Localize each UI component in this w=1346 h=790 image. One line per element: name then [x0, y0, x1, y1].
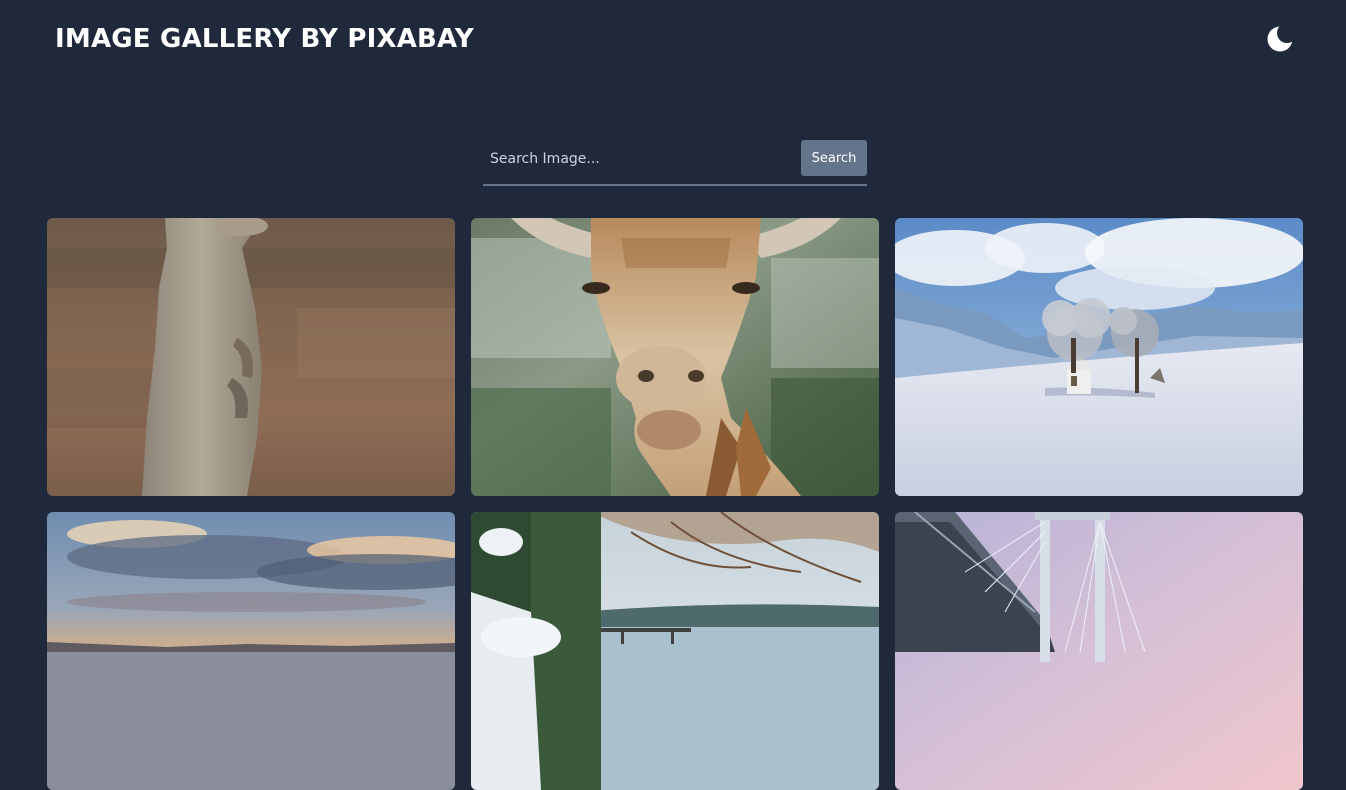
- header: IMAGE GALLERY BY PIXABAY: [0, 0, 1346, 80]
- gallery-image-cable-bridge[interactable]: [895, 512, 1303, 790]
- theme-toggle-button[interactable]: [1262, 22, 1298, 58]
- search-input[interactable]: [483, 140, 793, 178]
- moon-icon: [1267, 26, 1293, 52]
- page-title: IMAGE GALLERY BY PIXABAY: [55, 24, 474, 54]
- gallery-image-giraffe[interactable]: [471, 218, 879, 496]
- gallery-image-snowy-lake-shore[interactable]: [471, 512, 879, 790]
- search-button[interactable]: Search: [801, 140, 867, 176]
- gallery-image-meerkat[interactable]: [47, 218, 455, 496]
- search-form: Search: [483, 138, 867, 186]
- gallery-image-sunset-lake[interactable]: [47, 512, 455, 790]
- gallery-image-winter-landscape[interactable]: [895, 218, 1303, 496]
